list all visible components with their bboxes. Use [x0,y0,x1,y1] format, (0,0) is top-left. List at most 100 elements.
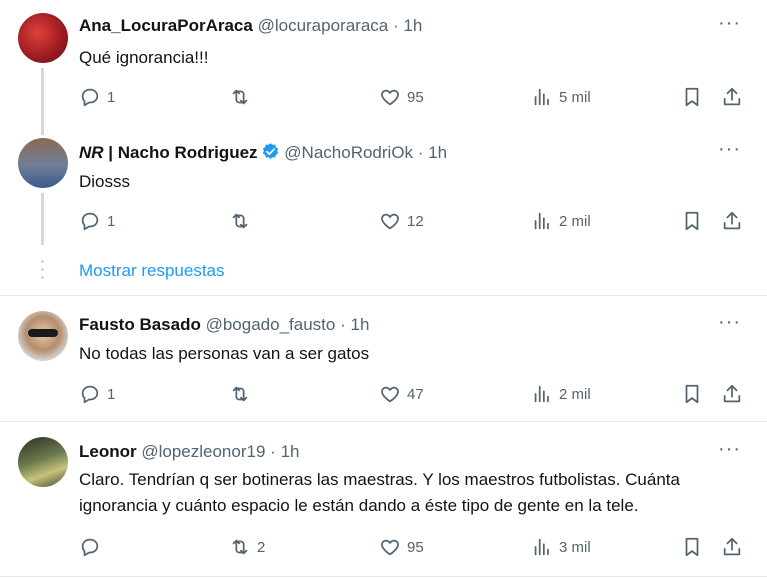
action-bar: 1 95 5 mil [79,85,749,109]
reply-icon [81,385,99,404]
share-button[interactable] [721,535,743,559]
reply-tweet-4[interactable]: Leonor @lopezleonor19 · 1h ··· Claro. Te… [0,422,767,579]
bookmark-button[interactable] [681,85,703,109]
views-icon [534,385,549,403]
view-count: 3 mil [559,538,591,556]
display-name[interactable]: Leonor [79,442,137,461]
views-button[interactable]: 3 mil [531,535,591,559]
retweet-button[interactable]: 2 [229,535,265,559]
reply-button[interactable]: 1 [79,85,115,109]
share-icon [723,211,741,230]
like-button[interactable]: 95 [379,85,424,109]
bookmark-button[interactable] [681,382,703,406]
tweet-text: Claro. Tendrían q ser botineras las maes… [79,467,749,519]
view-count: 2 mil [559,212,591,230]
tweet-header: Leonor @lopezleonor19 · 1h [79,442,299,462]
reply-button[interactable]: 1 [79,382,115,406]
retweet-icon [232,213,248,229]
like-icon [381,213,399,230]
separator: · [270,442,276,461]
user-handle[interactable]: @NachoRodriOk [284,143,413,162]
thread-line [41,120,44,135]
divider [0,576,767,577]
display-name[interactable]: Ana_LocuraPorAraca [79,16,253,35]
views-button[interactable]: 2 mil [531,382,591,406]
view-count: 5 mil [559,88,591,106]
tweet-text-line-2: ignorancia y cuánto espacio le están dan… [79,496,639,515]
timestamp[interactable]: 1h [403,16,422,35]
like-count: 95 [407,538,424,556]
view-count: 2 mil [559,385,591,403]
bookmark-button[interactable] [681,535,703,559]
share-button[interactable] [721,209,743,233]
tweet-header: Ana_LocuraPorAraca @locuraporaraca · 1h [79,16,422,36]
retweet-button[interactable] [229,85,257,109]
timestamp[interactable]: 1h [350,315,369,334]
more-icon[interactable]: ··· [718,311,741,334]
tweet-header: Fausto Basado @bogado_fausto · 1h [79,315,369,335]
views-button[interactable]: 2 mil [531,209,591,233]
avatar[interactable] [18,138,68,188]
display-name[interactable]: Fausto Basado [79,315,201,334]
bookmark-icon [685,211,699,231]
timestamp[interactable]: 1h [428,143,447,162]
share-button[interactable] [721,85,743,109]
thread-dots [41,260,44,284]
like-icon [381,386,399,403]
like-count: 12 [407,212,424,230]
thread-line [41,193,44,245]
avatar[interactable] [18,311,68,361]
action-bar: 1 47 2 mil [79,382,749,406]
reply-icon [81,538,99,557]
like-button[interactable]: 47 [379,382,424,406]
bookmark-button[interactable] [681,209,703,233]
retweet-icon [232,386,248,402]
user-handle[interactable]: @lopezleonor19 [141,442,265,461]
share-icon [723,384,741,403]
verified-icon [262,143,278,159]
share-icon [723,87,741,106]
retweet-button[interactable] [229,382,257,406]
show-replies-link[interactable]: Mostrar respuestas [79,261,225,281]
more-icon[interactable]: ··· [718,438,741,461]
share-button[interactable] [721,382,743,406]
reply-icon [81,88,99,107]
like-count: 47 [407,385,424,403]
reply-tweet-3[interactable]: Fausto Basado @bogado_fausto · 1h ··· No… [0,296,767,421]
separator: · [417,143,424,162]
like-icon [381,539,399,556]
reply-tweet-1[interactable]: Ana_LocuraPorAraca @locuraporaraca · 1h … [0,0,767,120]
tweet-text: Diosss [79,172,131,191]
bookmark-icon [685,537,699,557]
like-button[interactable]: 12 [379,209,424,233]
timestamp[interactable]: 1h [281,442,300,461]
reply-icon [81,212,99,231]
like-icon [381,89,399,106]
reply-count: 1 [107,212,116,230]
user-handle[interactable]: @locuraporaraca [258,16,389,35]
avatar[interactable] [18,437,68,487]
reply-tweet-2[interactable]: NR | Nacho Rodriguez @NachoRodriOk · 1h … [0,120,767,295]
user-handle[interactable]: @bogado_fausto [206,315,336,334]
reply-count: 1 [107,385,116,403]
views-icon [534,538,549,556]
avatar[interactable] [18,13,68,63]
reply-button[interactable]: 1 [79,209,115,233]
share-icon [723,537,741,556]
sunglasses-icon [28,329,58,337]
action-bar: 1 12 2 mil [79,209,749,233]
retweet-icon [232,89,248,105]
more-icon[interactable]: ··· [718,12,741,35]
reply-button[interactable] [79,535,107,559]
tweet-text-line-1: Claro. Tendrían q ser botineras las maes… [79,470,680,489]
separator: · [392,16,399,35]
views-icon [534,88,549,106]
views-button[interactable]: 5 mil [531,85,591,109]
tweet-header: NR | Nacho Rodriguez @NachoRodriOk · 1h [79,142,447,163]
retweet-button[interactable] [229,209,257,233]
action-bar: 2 95 3 mil [79,535,749,559]
display-name[interactable]: | Nacho Rodriguez [108,143,257,162]
like-button[interactable]: 95 [379,535,424,559]
more-icon[interactable]: ··· [718,138,741,161]
display-name-prefix[interactable]: NR [79,143,104,162]
